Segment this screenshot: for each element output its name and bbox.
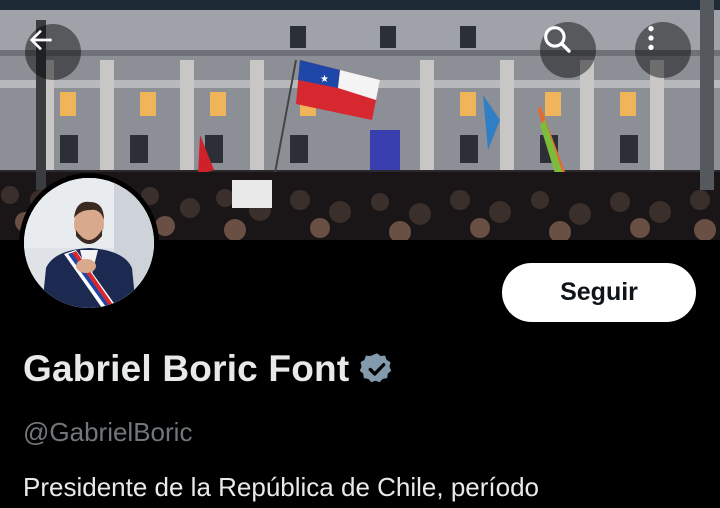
follow-button[interactable]: Seguir: [502, 263, 696, 322]
back-button[interactable]: [25, 24, 81, 80]
verified-badge-icon[interactable]: [359, 351, 395, 387]
search-button[interactable]: [540, 22, 596, 78]
profile-avatar[interactable]: [19, 173, 159, 313]
svg-text:★: ★: [320, 74, 329, 85]
search-icon: [544, 26, 571, 53]
more-options-button[interactable]: [635, 22, 691, 78]
display-name: Gabriel Boric Font: [23, 348, 350, 389]
profile-name-row: Gabriel Boric Font: [23, 348, 395, 390]
arrow-left-icon: [29, 29, 52, 51]
more-vertical-icon: [648, 26, 654, 50]
profile-bio: Presidente de la República de Chile, per…: [23, 472, 540, 502]
avatar-photo: [24, 178, 154, 308]
profile-handle: @GabrielBoric: [23, 417, 193, 447]
